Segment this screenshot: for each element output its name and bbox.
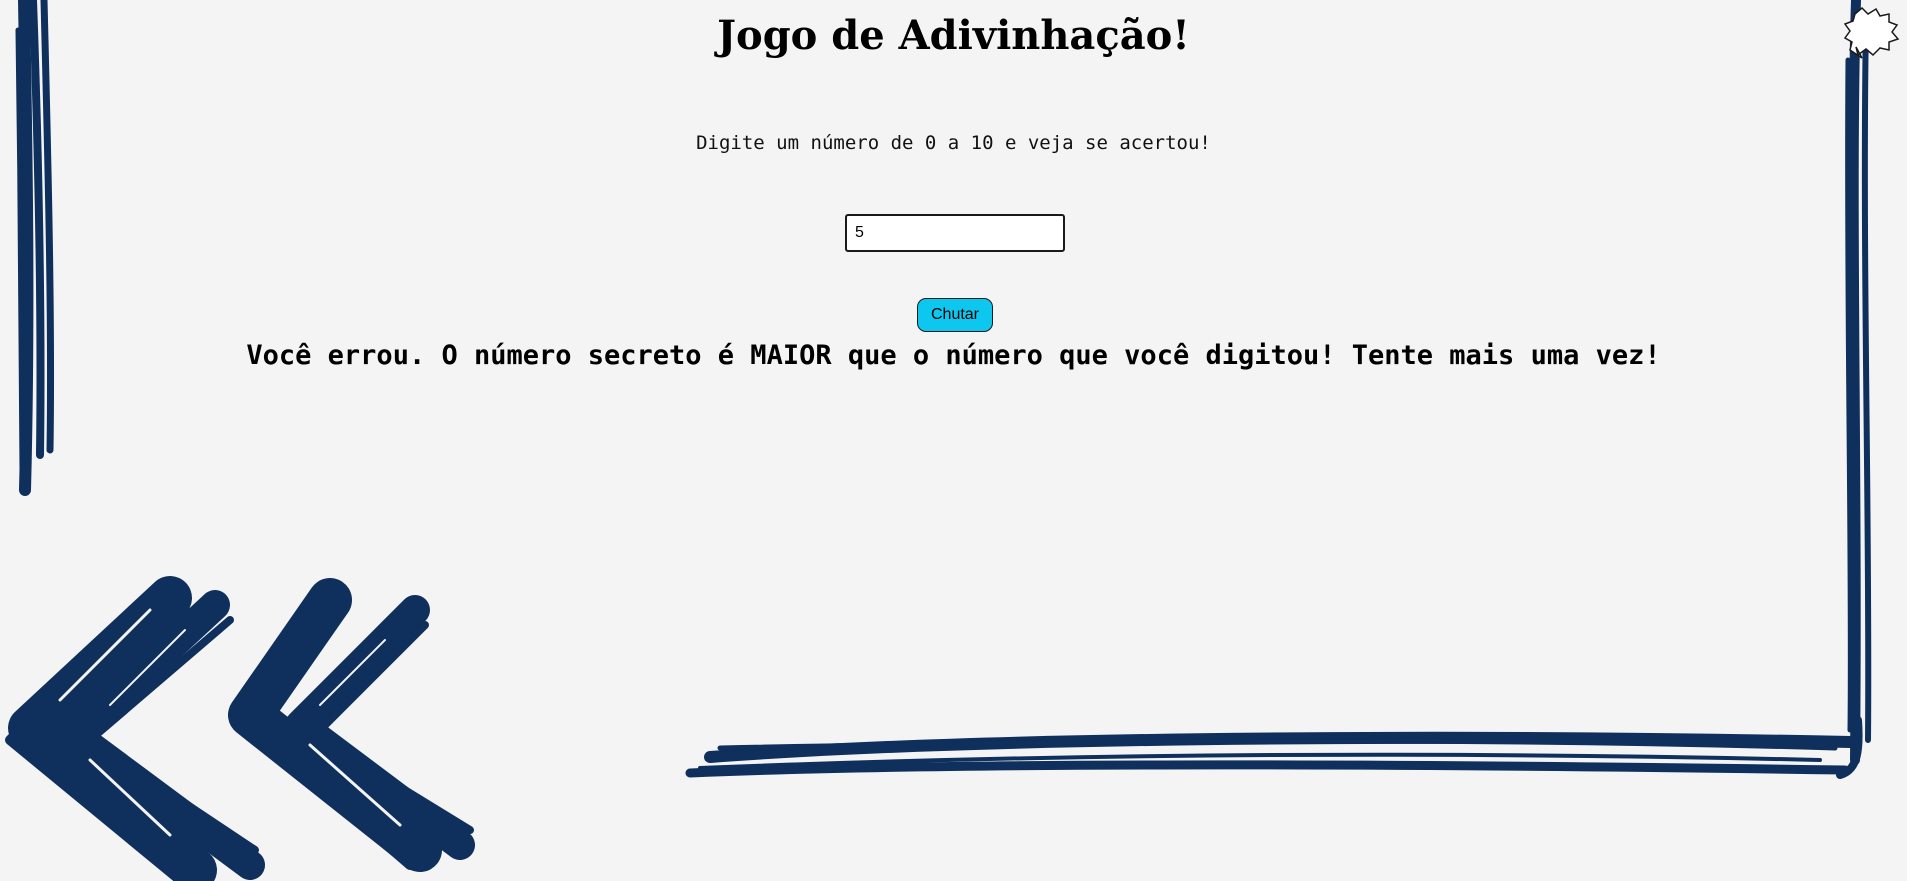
page-title: Jogo de Adivinhação! bbox=[717, 12, 1190, 59]
double-chevron-left-icon bbox=[5, 576, 475, 881]
scribble-texture bbox=[58, 608, 402, 837]
right-scribble-frame bbox=[685, 0, 1872, 779]
guess-input[interactable] bbox=[845, 214, 1065, 252]
instructions-text: Digite um número de 0 a 10 e veja se ace… bbox=[696, 132, 1211, 154]
result-message: Você errou. O número secreto é MAIOR que… bbox=[246, 340, 1661, 371]
left-scribble-line bbox=[15, 0, 55, 496]
guess-button[interactable]: Chutar bbox=[917, 298, 993, 332]
